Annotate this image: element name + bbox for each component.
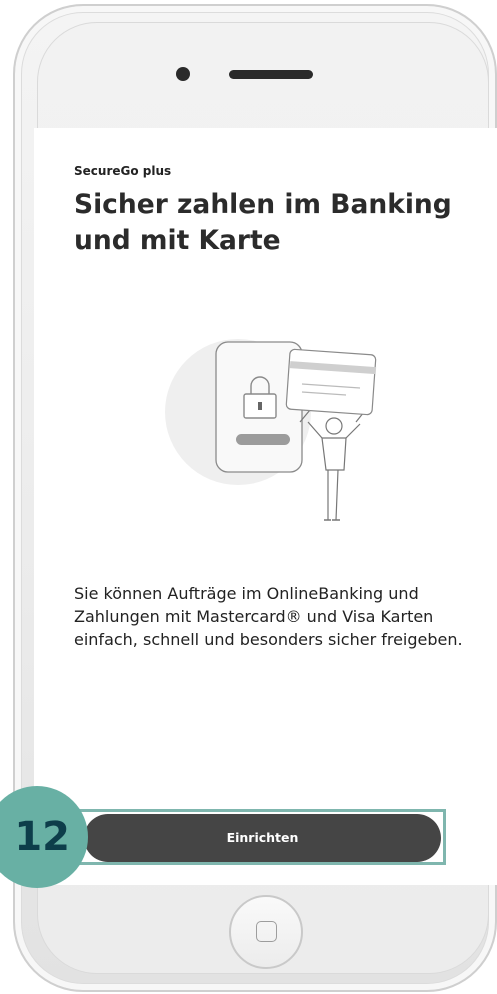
front-camera — [176, 67, 190, 81]
description-text: Sie können Aufträge im OnlineBanking und… — [74, 584, 463, 649]
home-button[interactable] — [229, 895, 303, 969]
illustration-button-bar — [236, 434, 290, 445]
einrichten-button[interactable]: Einrichten — [84, 814, 441, 862]
phone-card-illustration — [165, 339, 377, 521]
eyebrow-label: SecureGo plus — [74, 164, 172, 178]
home-square-icon — [256, 921, 277, 942]
person-holding-card-figure — [299, 409, 365, 521]
credit-card-graphic — [285, 348, 377, 416]
earpiece-speaker — [229, 70, 313, 79]
page-title: Sicher zahlen im Banking und mit Karte — [74, 189, 452, 256]
